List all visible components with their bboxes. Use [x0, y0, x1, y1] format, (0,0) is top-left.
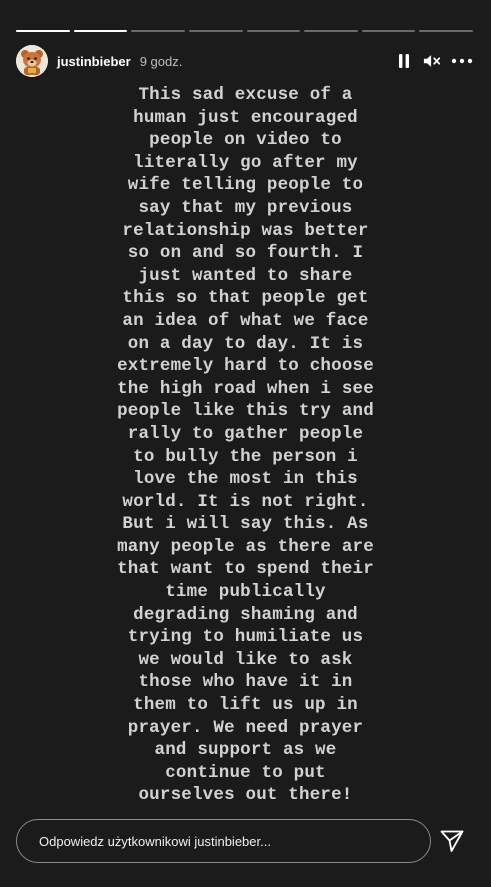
progress-fill	[16, 30, 70, 32]
more-icon	[451, 58, 473, 64]
progress-segment	[131, 30, 185, 32]
reply-placeholder: Odpowiedz użytkownikowi justinbieber...	[39, 833, 271, 849]
send-button[interactable]	[439, 828, 465, 854]
post-time: 9 godz.	[139, 53, 183, 69]
progress-fill	[73, 30, 128, 32]
story-progress-bar	[16, 30, 473, 32]
send-icon	[440, 830, 464, 852]
progress-segment	[361, 30, 416, 32]
mute-button[interactable]	[423, 52, 441, 70]
more-options-button[interactable]	[451, 52, 473, 70]
pause-icon	[399, 54, 409, 68]
pause-button[interactable]	[395, 52, 413, 70]
bear-avatar-icon	[16, 45, 48, 77]
reply-input[interactable]: Odpowiedz użytkownikowi justinbieber...	[16, 819, 431, 863]
story-header: justinbieber 9 godz.	[16, 44, 473, 78]
story-controls	[395, 52, 473, 70]
story-viewer: justinbieber 9 godz. This sad excuse of …	[0, 0, 491, 887]
progress-segment	[419, 30, 473, 32]
progress-segment	[246, 30, 301, 32]
username[interactable]: justinbieber	[57, 54, 131, 69]
avatar[interactable]	[16, 45, 48, 77]
progress-segment	[16, 30, 70, 32]
progress-segment	[188, 30, 243, 32]
progress-segment	[304, 30, 358, 32]
story-text: This sad excuse of a human just encourag…	[117, 85, 374, 806]
mute-icon	[423, 55, 441, 67]
progress-segment	[73, 30, 128, 32]
